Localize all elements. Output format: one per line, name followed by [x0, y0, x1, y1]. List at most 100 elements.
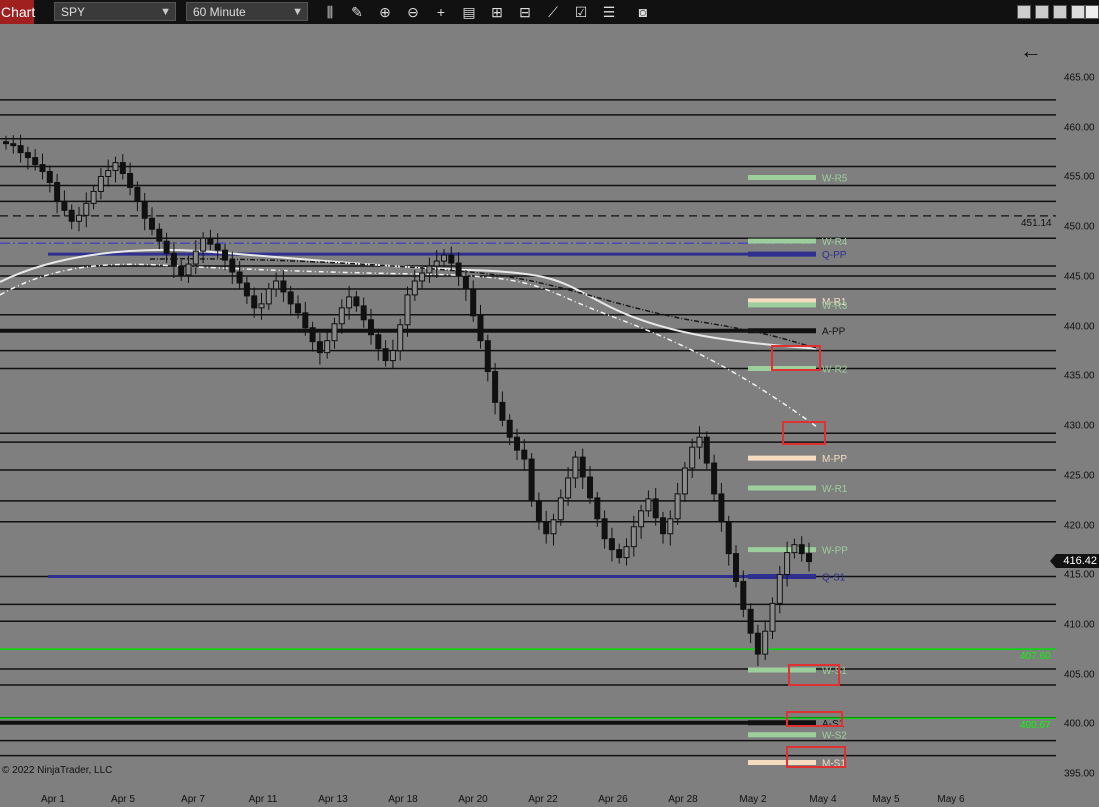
date-tick: Apr 5	[111, 794, 135, 805]
candle-body	[608, 538, 615, 551]
candle-body	[623, 546, 630, 559]
candle-body	[236, 271, 243, 284]
draw-pencil-icon[interactable]: ✎	[348, 3, 366, 21]
price-tick: 455.00	[1064, 171, 1095, 183]
instrument-selector[interactable]: SPY ▼	[54, 2, 176, 21]
candle-body	[791, 544, 798, 554]
green-level-1-label: 407.60	[1020, 651, 1051, 662]
snapshot-icon[interactable]: ◙	[634, 3, 652, 21]
candle-body	[331, 323, 338, 342]
candle-body	[689, 446, 696, 469]
candle-body	[375, 334, 382, 350]
date-tick: Apr 20	[458, 794, 488, 805]
candle-body	[535, 500, 542, 523]
candle-body	[587, 476, 593, 499]
candle-body	[477, 315, 484, 342]
candle-body	[360, 305, 367, 321]
candle-body	[83, 202, 90, 216]
candle-body	[178, 265, 185, 276]
pivot-label: W-R1	[822, 484, 848, 495]
candle-body	[316, 341, 323, 354]
price-tick: 410.00	[1064, 619, 1095, 631]
price-tick: 400.00	[1064, 718, 1095, 730]
pivot-label: W-R2	[822, 365, 848, 376]
price-chart[interactable]: W-R5W-R4Q-PPM-R1W-R3A-PPW-R2M-PPW-R1W-PP…	[0, 24, 1056, 792]
candle-body	[528, 458, 535, 502]
candle-body	[638, 510, 645, 528]
candle-body	[258, 303, 265, 309]
candle-body	[565, 477, 572, 499]
restore-button[interactable]	[1053, 5, 1067, 19]
price-tick: 435.00	[1064, 370, 1095, 382]
zoom-in-icon[interactable]: ⊕	[376, 3, 394, 21]
minimize-button[interactable]	[1035, 5, 1049, 19]
candle-body	[426, 265, 433, 274]
candle-body	[389, 350, 396, 362]
price-axis[interactable]: 465.00 460.00 455.00 450.00 445.00 440.0…	[1056, 24, 1099, 792]
candle-body	[601, 518, 608, 540]
chart-tab[interactable]: Chart	[0, 0, 35, 24]
candle-body	[696, 436, 703, 448]
candle-body	[200, 237, 207, 252]
candle-body	[674, 493, 681, 520]
date-tick: Apr 26	[598, 794, 628, 805]
candle-body	[703, 436, 710, 464]
pivot-lines: W-R5W-R4Q-PPM-R1W-R3A-PPW-R2M-PPW-R1W-PP…	[748, 174, 848, 770]
candle-body	[484, 340, 491, 373]
candle-body	[572, 456, 579, 479]
candle-body	[711, 462, 718, 495]
candle-body	[39, 164, 46, 173]
data-box-icon[interactable]: ▤	[460, 3, 478, 21]
price-tick: 420.00	[1064, 520, 1095, 532]
candle-body	[616, 549, 623, 559]
candle-body	[455, 262, 462, 277]
pivot-label: Q-PP	[822, 250, 847, 261]
maximize-button[interactable]	[1071, 5, 1085, 19]
candle-body	[163, 240, 170, 254]
candle-body	[295, 303, 301, 314]
horizontal-lines	[0, 99, 1056, 757]
date-axis[interactable]: Apr 1 Apr 5 Apr 7 Apr 11 Apr 13 Apr 18 A…	[0, 792, 1056, 807]
candle-body	[251, 295, 258, 309]
candle-body	[594, 497, 601, 520]
chart-trader-icon[interactable]: ☰	[600, 3, 618, 21]
candle-body	[470, 288, 477, 317]
candle-body	[667, 518, 674, 535]
pivot-label: W-PP	[822, 546, 848, 557]
strategies-icon[interactable]: ⊟	[516, 3, 534, 21]
candle-body	[119, 162, 126, 175]
tile-button[interactable]	[1017, 5, 1031, 19]
candle-body	[3, 141, 9, 145]
properties-icon[interactable]: ☑	[572, 3, 590, 21]
price-tick: 445.00	[1064, 271, 1095, 283]
pivot-label: W-R3	[822, 301, 848, 312]
candle-body	[207, 237, 214, 245]
candle-body	[90, 190, 97, 204]
date-tick: May 5	[872, 794, 900, 805]
copyright-text: © 2022 NinjaTrader, LLC	[2, 765, 113, 776]
candle-body	[806, 553, 812, 563]
candle-body	[338, 307, 345, 325]
zoom-out-icon[interactable]: ⊖	[404, 3, 422, 21]
price-tick: 450.00	[1064, 221, 1095, 233]
candle-body	[762, 630, 769, 655]
candle-body	[630, 526, 637, 548]
date-tick: Apr 18	[388, 794, 418, 805]
pivot-label: Q-S1	[822, 572, 846, 583]
candle-body	[24, 152, 31, 159]
candle-body	[302, 312, 309, 329]
bar-type-icon[interactable]: ⫼	[321, 3, 339, 21]
close-button[interactable]	[1085, 5, 1099, 19]
indicators-icon[interactable]: ⊞	[488, 3, 506, 21]
back-arrow-icon[interactable]: ←	[1020, 40, 1042, 62]
date-tick: May 2	[739, 794, 767, 805]
date-tick: May 4	[809, 794, 837, 805]
interval-selector[interactable]: 60 Minute ▼	[186, 2, 308, 21]
drawing-tools-icon[interactable]: ⟋	[544, 3, 562, 21]
candle-body	[660, 517, 666, 535]
candle-body	[134, 186, 141, 202]
price-tick: 440.00	[1064, 321, 1095, 333]
candle-body	[514, 436, 520, 451]
candle-body	[718, 493, 725, 523]
crosshair-icon[interactable]: +	[432, 3, 450, 21]
